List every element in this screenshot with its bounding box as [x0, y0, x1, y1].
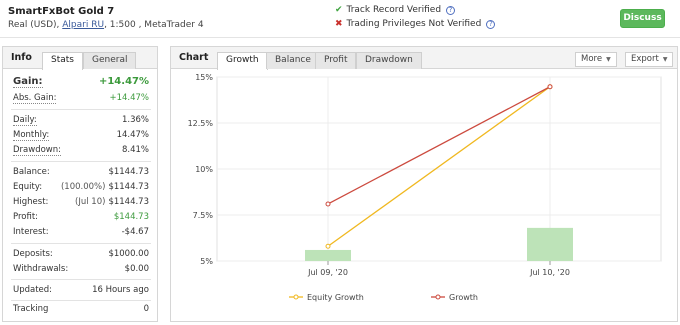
checkmark-icon: ✔	[335, 5, 343, 15]
tracking-label: Tracking	[13, 304, 49, 314]
broker-link[interactable]: Alpari RU	[62, 20, 104, 30]
deposits-value: $1000.00	[108, 249, 149, 259]
trading-privileges-label: Trading Privileges Not Verified	[346, 19, 482, 29]
data-point	[547, 84, 553, 90]
withdrawals-value: $0.00	[124, 264, 149, 274]
balance-label: Balance:	[13, 167, 50, 177]
info-title: Info	[11, 52, 32, 63]
chart-legend: Equity Growth Growth	[289, 293, 478, 302]
legend-marker	[435, 294, 441, 300]
help-icon[interactable]: ?	[446, 6, 456, 15]
updated-value: 16 Hours ago	[92, 285, 149, 295]
account-type: Real (USD),	[8, 20, 60, 30]
y-tick-label: 10%	[195, 165, 213, 174]
y-tick-label: 12.5%	[188, 119, 214, 128]
interest-label: Interest:	[13, 227, 49, 237]
chart-panel: Chart Growth Balance Profit Drawdown Mor…	[170, 46, 678, 322]
data-point	[325, 243, 331, 249]
interest-value: -$4.67	[121, 227, 149, 237]
x-tick-label: Jul 09, '20	[307, 268, 348, 277]
divider	[11, 243, 151, 244]
equity-label: Equity:	[13, 182, 43, 192]
balance-value: $1144.73	[108, 167, 149, 177]
growth-bar	[527, 227, 573, 261]
divider	[11, 161, 151, 162]
drawdown-label: Drawdown:	[13, 145, 61, 156]
monthly-row: Monthly: 14.47%	[13, 130, 149, 142]
equity-value: $1144.73	[108, 182, 149, 192]
y-tick-label: 7.5%	[193, 211, 214, 220]
account-name: SmartFxBot Gold 7	[8, 6, 115, 17]
monthly-value: 14.47%	[116, 130, 149, 140]
highest-value-group: (Jul 10) $1144.73	[75, 197, 149, 207]
gain-row: Gain: +14.47%	[13, 76, 149, 88]
y-axis: 15% 12.5% 10% 7.5% 5%	[188, 73, 214, 266]
profit-value: $144.73	[113, 212, 149, 222]
divider	[11, 109, 151, 110]
deposits-label: Deposits:	[13, 249, 53, 259]
abs-gain-row: Abs. Gain: +14.47%	[13, 93, 149, 105]
equity-value-group: (100.00%) $1144.73	[61, 182, 149, 192]
x-tick-label: Jul 10, '20	[529, 268, 570, 277]
tab-general[interactable]: General	[83, 52, 137, 69]
gain-value: +14.47%	[98, 76, 149, 87]
y-tick-label: 15%	[195, 73, 213, 82]
drawdown-value: 8.41%	[121, 145, 149, 155]
discuss-button[interactable]: Discuss	[620, 9, 665, 28]
data-point	[325, 201, 331, 207]
highest-date: (Jul 10)	[75, 197, 106, 207]
interest-row: Interest: -$4.67	[13, 227, 149, 239]
equity-row: Equity: (100.00%) $1144.73	[13, 182, 149, 194]
monthly-label: Monthly:	[13, 130, 50, 141]
updated-row: Updated: 16 Hours ago	[13, 285, 149, 297]
highest-label: Highest:	[13, 197, 49, 207]
growth-bar	[305, 249, 351, 261]
info-panel: Info Stats General Gain: +14.47% Abs. Ga…	[2, 46, 158, 322]
withdrawals-row: Withdrawals: $0.00	[13, 264, 149, 276]
legend-marker	[293, 294, 299, 300]
drawdown-row: Drawdown: 8.41%	[13, 145, 149, 157]
divider	[11, 300, 151, 301]
tracking-value: 0	[143, 304, 149, 314]
tab-stats[interactable]: Stats	[42, 52, 83, 70]
divider	[11, 279, 151, 280]
daily-row: Daily: 1.36%	[13, 115, 149, 127]
legend-label[interactable]: Growth	[449, 293, 478, 302]
withdrawals-label: Withdrawals:	[13, 264, 69, 274]
leverage-platform: , 1:500 , MetaTrader 4	[104, 20, 204, 30]
abs-gain-label: Abs. Gain:	[13, 93, 57, 104]
daily-value: 1.36%	[121, 115, 149, 125]
trading-privileges-status: ✖ Trading Privileges Not Verified?	[335, 19, 496, 29]
balance-row: Balance: $1144.73	[13, 167, 149, 179]
track-record-status: ✔ Track Record Verified?	[335, 5, 456, 15]
account-header: SmartFxBot Gold 7 Real (USD), Alpari RU,…	[0, 0, 680, 38]
y-tick-label: 5%	[200, 257, 213, 266]
account-details: Real (USD), Alpari RU, 1:500 , MetaTrade…	[8, 20, 204, 30]
daily-label: Daily:	[13, 115, 37, 126]
profit-row: Profit: $144.73	[13, 212, 149, 224]
profit-label: Profit:	[13, 212, 39, 222]
deposits-row: Deposits: $1000.00	[13, 249, 149, 261]
legend-label[interactable]: Equity Growth	[307, 293, 364, 302]
growth-chart: 15% 12.5% 10% 7.5% 5% Jul 09, '20 Jul 10, '20…	[188, 73, 662, 302]
track-record-label: Track Record Verified	[346, 5, 442, 15]
highest-value: $1144.73	[108, 197, 149, 207]
info-panel-header: Info Stats General	[3, 47, 157, 70]
help-icon[interactable]: ?	[486, 20, 496, 29]
cross-icon: ✖	[335, 19, 343, 29]
equity-percent: (100.00%)	[60, 182, 106, 192]
tracking-row: Tracking 0	[13, 304, 149, 316]
gain-label: Gain:	[13, 76, 43, 88]
updated-label: Updated:	[13, 285, 53, 295]
x-axis: Jul 09, '20 Jul 10, '20	[307, 261, 570, 277]
abs-gain-value: +14.47%	[109, 93, 149, 103]
highest-row: Highest: (Jul 10) $1144.73	[13, 197, 149, 209]
